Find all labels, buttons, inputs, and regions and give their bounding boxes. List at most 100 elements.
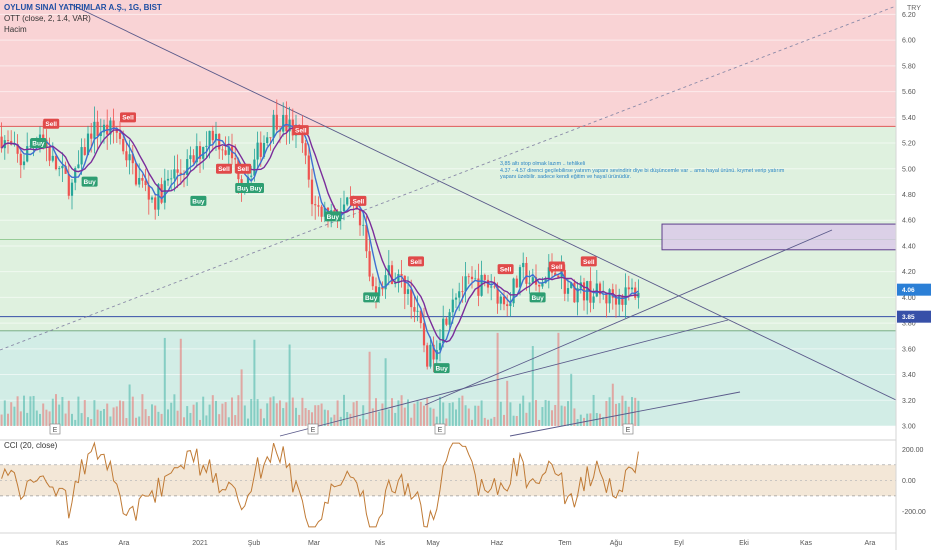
volume-bar xyxy=(109,416,112,426)
candle-body xyxy=(525,262,528,284)
volume-bar xyxy=(599,413,601,426)
volume-bar xyxy=(135,417,137,426)
note-line: 4.37 - 4.57 direnci geçilebilirse yatırı… xyxy=(500,167,785,174)
volume-bar xyxy=(71,413,73,426)
cci-tick-label: -200.00 xyxy=(902,509,926,516)
volume-bar xyxy=(173,394,176,426)
buy-signal: Buy xyxy=(81,176,98,187)
volume-bar xyxy=(16,396,19,426)
volume-bar xyxy=(554,404,557,426)
candle-body xyxy=(160,184,163,203)
candle-body xyxy=(528,282,531,284)
candle-body xyxy=(80,147,83,165)
candle-body xyxy=(170,178,173,180)
volume-bar xyxy=(467,408,470,426)
sell-signal: Sell xyxy=(548,261,565,272)
candle-body xyxy=(282,114,285,132)
candle-body xyxy=(122,138,125,152)
candle-body xyxy=(605,293,608,304)
volume-bar xyxy=(474,405,477,426)
candle-body xyxy=(358,209,362,226)
candle-body xyxy=(310,179,314,205)
volume-bar xyxy=(243,405,246,426)
symbol-title[interactable]: OYLUM SINAİ YATIRIMLAR A.Ş., 1G, BIST xyxy=(4,3,162,12)
volume-bar xyxy=(359,418,361,426)
volume-bar xyxy=(493,416,496,426)
candle-body xyxy=(51,155,54,161)
sell-signal: Sell xyxy=(497,264,514,275)
candle-body xyxy=(627,287,630,290)
volume-bar xyxy=(128,384,131,426)
volume-bar xyxy=(106,403,109,426)
indicator-label[interactable]: OTT (close, 2, 1.4, VAR) xyxy=(4,14,91,24)
candle-body xyxy=(272,114,275,138)
volume-bar xyxy=(487,419,489,426)
candle-body xyxy=(134,163,138,185)
time-tick-label: Haz xyxy=(491,540,504,547)
signal-label: Sell xyxy=(353,198,365,205)
annotation-note[interactable]: 3,85 altı stop olmak lazım .. tehlikeli … xyxy=(500,161,790,181)
volume-bar xyxy=(83,399,86,426)
price-axis[interactable]: 6.206.005.805.605.405.205.004.804.604.40… xyxy=(895,0,931,550)
volume-bar xyxy=(163,337,166,426)
volume-bar xyxy=(519,403,521,426)
time-tick-label: Eyl xyxy=(674,540,684,547)
earnings-marker-label: E xyxy=(438,427,443,434)
volume-bar xyxy=(103,409,105,426)
volume-bar xyxy=(515,415,518,426)
volume-bar xyxy=(240,369,243,426)
volume-bar xyxy=(509,402,512,426)
volume-bar xyxy=(90,419,93,426)
volume-bar xyxy=(445,418,448,426)
chart-canvas[interactable]: BuySellBuySellBuySell SellBuy BuySellBuySe… xyxy=(0,0,932,550)
volume-bar xyxy=(74,419,77,426)
candle-body xyxy=(518,267,522,288)
price-tick-label: 3.00 xyxy=(902,424,916,431)
candle-body xyxy=(192,155,195,163)
volume-bar xyxy=(295,407,297,426)
candle-body xyxy=(445,318,448,325)
last-price-label: 4.06 xyxy=(902,287,915,294)
volume-bar xyxy=(547,400,550,426)
volume-bar xyxy=(432,408,435,426)
volume-bar xyxy=(237,395,240,426)
candle-body xyxy=(454,297,458,300)
volume-bar xyxy=(381,403,384,426)
time-tick-label: Kas xyxy=(56,540,69,547)
currency-label: TRY xyxy=(907,5,921,12)
volume-bar xyxy=(259,408,262,426)
price-tick-label: 3.60 xyxy=(902,346,916,353)
volume-bar xyxy=(560,405,563,426)
cci-label[interactable]: CCI (20, close) xyxy=(4,441,57,451)
price-tick-label: 4.60 xyxy=(902,218,916,225)
volume-bar xyxy=(304,408,307,426)
buy-signal: Buy xyxy=(248,183,264,194)
cci-panel: 200.00 0.00 -200.00 xyxy=(0,439,926,528)
volume-bar xyxy=(61,396,64,426)
volume-bar xyxy=(26,412,29,426)
volume-bar xyxy=(183,417,185,426)
time-tick-label: Nis xyxy=(375,540,386,547)
candle-body xyxy=(67,173,70,196)
volume-bar xyxy=(256,399,259,426)
candle-body xyxy=(541,283,544,287)
buy-signal: Buy xyxy=(324,211,341,222)
price-tick-label: 4.20 xyxy=(902,269,916,276)
time-axis[interactable]: Kas Ara 2021 Şub Mar Nis May Haz Tem Ağu Eyl Eki Kas… xyxy=(0,532,896,547)
candle-body xyxy=(96,121,99,137)
volume-label[interactable]: Hacim xyxy=(4,25,27,35)
candle-body xyxy=(83,147,86,155)
volume-bar xyxy=(371,408,374,426)
volume-bar xyxy=(586,413,589,426)
candle-body xyxy=(205,145,208,147)
volume-bar xyxy=(387,409,390,426)
chart-header: OYLUM SINAİ YATIRIMLAR A.Ş., 1G, BIST xyxy=(4,3,162,13)
cci-tick-label: 200.00 xyxy=(902,447,924,454)
price-tick-label: 5.60 xyxy=(902,89,916,96)
candle-body xyxy=(502,296,506,305)
volume-bar xyxy=(275,403,278,426)
candle-body xyxy=(630,287,634,290)
volume-bar xyxy=(151,404,153,426)
volume-bar xyxy=(154,405,157,426)
price-tick-label: 6.00 xyxy=(902,38,916,45)
